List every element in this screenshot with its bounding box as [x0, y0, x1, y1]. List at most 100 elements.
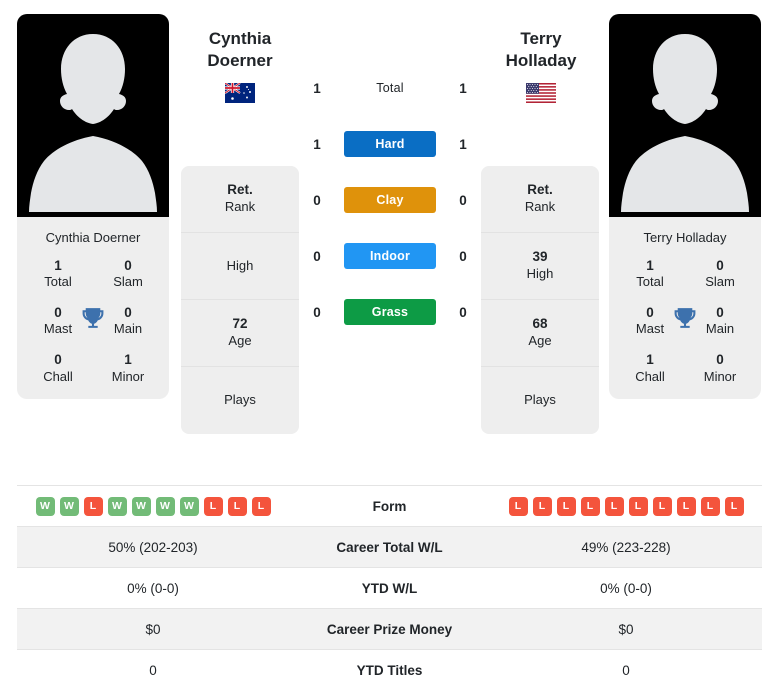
player-name-left: Cynthia Doerner	[45, 230, 141, 245]
rank-column-right: Ret. Rank 39 High 68 Age Plays	[481, 166, 599, 434]
form-badge-left-5[interactable]: W	[155, 496, 175, 516]
player-comparison-page: Cynthia Doerner 1 Total 0 Slam 0 Mast 0 …	[0, 0, 779, 699]
titles-grid-right: 1 Total 0 Slam 0 Mast 0 Main 1 Chall 0 M…	[609, 258, 761, 399]
player-last-name-right: Holladay	[505, 51, 577, 71]
ytd-titles-left: 0	[149, 662, 157, 678]
ytd-wl-left: 0% (0-0)	[127, 580, 179, 596]
player-last-name-left: Doerner	[207, 51, 273, 71]
titles-total-right: 1 Total	[636, 257, 664, 290]
player-card-right[interactable]: Terry Holladay 1 Total 0 Slam 0 Mast 0 M…	[609, 14, 761, 399]
surface-row-indoor: 0 Indoor 0	[305, 228, 475, 284]
table-row-ytd-titles: 0 YTD Titles 0	[17, 649, 762, 691]
player-card-left[interactable]: Cynthia Doerner 1 Total 0 Slam 0 Mast 0 …	[17, 14, 169, 399]
player-header-right: Terry Holladay	[478, 28, 604, 104]
surface-value-right-hard: 1	[459, 136, 467, 152]
australia-flag-icon	[225, 83, 255, 104]
stat-label-ytd-wl: YTD W/L	[361, 580, 418, 596]
surface-value-left-indoor: 0	[313, 248, 321, 264]
form-badge-left-0[interactable]: W	[35, 496, 55, 516]
form-badge-right-0[interactable]: L	[508, 496, 528, 516]
form-badge-right-8[interactable]: L	[700, 496, 720, 516]
player-silhouette-icon	[29, 34, 157, 212]
career-total-wl-left: 50% (202-203)	[108, 539, 198, 555]
career-total-wl-right: 49% (223-228)	[581, 539, 671, 555]
player-first-name-left: Cynthia	[208, 29, 272, 48]
trophy-icon	[674, 307, 696, 328]
trophy-icon	[82, 307, 104, 328]
titles-minor-right: 0 Minor	[703, 352, 737, 384]
form-badge-left-1[interactable]: W	[59, 496, 79, 516]
rank-cell-rank-right: Ret. Rank	[481, 166, 599, 233]
table-row-form: WWLWWWWLLL Form LLLLLLLLLL	[17, 485, 762, 527]
surface-row-grass: 0 Grass 0	[305, 284, 475, 340]
stat-label-ytd-titles: YTD Titles	[356, 662, 423, 678]
form-badge-right-6[interactable]: L	[652, 496, 672, 516]
form-badge-left-4[interactable]: W	[131, 496, 151, 516]
form-badges-right: LLLLLLLLLL	[490, 496, 762, 516]
titles-chall-left: 0 Chall	[43, 352, 73, 384]
form-badge-left-7[interactable]: L	[203, 496, 223, 516]
form-badge-right-2[interactable]: L	[556, 496, 576, 516]
form-badge-right-1[interactable]: L	[532, 496, 552, 516]
surface-value-right-total: 1	[459, 80, 467, 96]
surface-label-total[interactable]: Total	[344, 75, 436, 101]
career-prize-money-left: $0	[145, 621, 161, 637]
form-badge-left-2[interactable]: L	[83, 496, 103, 516]
surface-value-left-clay: 0	[313, 192, 321, 208]
rank-cell-high-left: High	[181, 233, 299, 300]
form-badge-right-7[interactable]: L	[676, 496, 696, 516]
surface-label-clay[interactable]: Clay	[344, 187, 436, 213]
surface-value-right-grass: 0	[459, 304, 467, 320]
form-badge-left-9[interactable]: L	[251, 496, 271, 516]
stat-label-career-total-wl: Career Total W/L	[336, 539, 443, 555]
surface-row-total: 1 Total 1	[305, 60, 475, 116]
surface-value-left-grass: 0	[313, 304, 321, 320]
rank-cell-plays-right: Plays	[524, 392, 556, 408]
ytd-titles-right: 0	[622, 662, 630, 678]
player-header-left: Cynthia Doerner	[177, 28, 303, 104]
player-photo-left	[17, 14, 169, 217]
rank-cell-plays-left: Plays	[224, 392, 256, 408]
surface-label-grass[interactable]: Grass	[344, 299, 436, 325]
table-row-career-prize-money: $0 Career Prize Money $0	[17, 608, 762, 650]
rank-cell-high-right: 39 High	[481, 233, 599, 300]
form-badge-left-8[interactable]: L	[227, 496, 247, 516]
titles-slam-right: 0 Slam	[705, 257, 735, 290]
comparison-header-area: Cynthia Doerner 1 Total 0 Slam 0 Mast 0 …	[0, 0, 779, 476]
surface-comparison-column: 1 Total 1 1 Hard 1 0 Clay 0 0 Indoor 0 0	[305, 60, 475, 340]
surface-row-clay: 0 Clay 0	[305, 172, 475, 228]
titles-chall-right: 1 Chall	[635, 352, 665, 384]
career-prize-money-right: $0	[618, 621, 634, 637]
usa-flag-icon	[526, 83, 556, 104]
form-badge-right-9[interactable]: L	[724, 496, 744, 516]
ytd-wl-right: 0% (0-0)	[600, 580, 652, 596]
form-badge-right-3[interactable]: L	[580, 496, 600, 516]
rank-cell-age-right: 68 Age	[481, 300, 599, 367]
surface-value-right-clay: 0	[459, 192, 467, 208]
comparison-stats-table: WWLWWWWLLL Form LLLLLLLLLL 50% (202-203)…	[17, 485, 762, 691]
surface-value-left-hard: 1	[313, 136, 321, 152]
titles-minor-left: 1 Minor	[111, 352, 145, 384]
titles-slam-left: 0 Slam	[113, 257, 143, 290]
table-row-ytd-wl: 0% (0-0) YTD W/L 0% (0-0)	[17, 567, 762, 609]
form-badge-left-6[interactable]: W	[179, 496, 199, 516]
player-first-name-right: Terry	[520, 29, 562, 48]
form-badge-left-3[interactable]: W	[107, 496, 127, 516]
stat-label-career-prize-money: Career Prize Money	[326, 621, 453, 637]
surface-row-hard: 1 Hard 1	[305, 116, 475, 172]
form-badge-right-5[interactable]: L	[628, 496, 648, 516]
table-row-career-total-wl: 50% (202-203) Career Total W/L 49% (223-…	[17, 526, 762, 568]
player-name-right: Terry Holladay	[643, 230, 727, 245]
rank-cell-age-left: 72 Age	[181, 300, 299, 367]
surface-label-hard[interactable]: Hard	[344, 131, 436, 157]
form-left-cell: WWLWWWWLLL	[17, 486, 289, 527]
form-badge-right-4[interactable]: L	[604, 496, 624, 516]
player-photo-right	[609, 14, 761, 217]
surface-label-indoor[interactable]: Indoor	[344, 243, 436, 269]
rank-column-left: Ret. Rank High 72 Age Plays	[181, 166, 299, 434]
titles-total-left: 1 Total	[44, 257, 72, 290]
surface-value-right-indoor: 0	[459, 248, 467, 264]
form-badges-left: WWLWWWWLLL	[17, 496, 289, 516]
titles-grid-left: 1 Total 0 Slam 0 Mast 0 Main 0 Chall 1 M…	[17, 258, 169, 399]
form-right-cell: LLLLLLLLLL	[490, 486, 762, 527]
